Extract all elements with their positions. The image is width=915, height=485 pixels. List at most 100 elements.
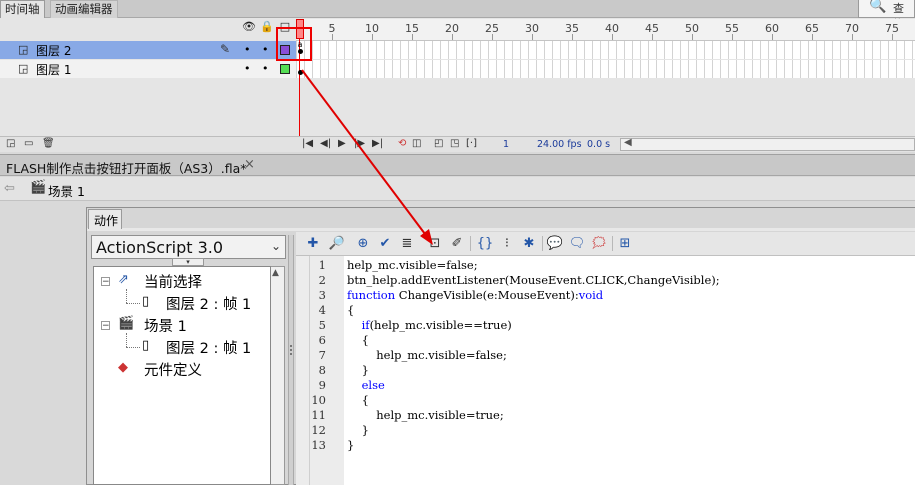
tree-expander[interactable]: − [101,277,110,287]
lock-all-icon[interactable]: 🔒 [260,21,274,33]
go-first-frame-icon[interactable]: |◀ [302,138,313,149]
apply-block-comment-icon[interactable]: 💬 [546,235,564,252]
go-last-frame-icon[interactable]: ▶| [372,138,383,149]
frame-strip-layer-1[interactable] [296,60,915,78]
code-token: help_mc.visible=false; [347,348,507,362]
layer-icon: ◲ [18,43,29,56]
show-hide-toolbox-icon[interactable]: ⊞ [616,235,634,252]
line-number: 9 [318,378,326,392]
code-line[interactable]: btn_help.addEventListener(MouseEvent.CLI… [347,273,720,287]
ruler-tick [532,34,533,40]
frame-strip-layer-2[interactable] [296,41,915,59]
tree-item-symbol-definitions[interactable]: 元件定义 [144,359,202,380]
code-line[interactable]: { [347,303,354,317]
code-line[interactable]: else [347,378,385,392]
code-line[interactable]: function ChangeVisible(e:MouseEvent):voi… [347,288,603,302]
code-token: } [347,438,355,452]
code-line[interactable]: if(help_mc.visible==true) [347,318,512,332]
document-tab-bar: FLASH制作点击按钮打开面板（AS3）.fla* × [0,154,915,176]
collapse-toolbox-button[interactable]: ▾ [172,258,204,266]
tab-actions[interactable]: 动作 [88,209,122,229]
scene-name[interactable]: 场景 1 [48,181,85,200]
ruler-tick [572,34,573,40]
current-selection-icon: ⇗ [118,272,129,287]
document-tab[interactable]: FLASH制作点击按钮打开面板（AS3）.fla* [6,158,247,177]
remove-comment-icon[interactable]: 🗯 [590,235,608,252]
loop-icon[interactable]: ⟲ [398,138,406,149]
add-statement-icon[interactable]: ✚ [304,235,322,252]
navigator-scrollbar[interactable]: ▲ [271,266,285,485]
keyframe-layer-1[interactable] [298,70,303,75]
close-tab-icon[interactable]: × [244,157,255,172]
apply-line-comment-icon[interactable]: 🗨 [568,235,586,252]
lock-dot[interactable]: • [262,44,269,55]
chevron-down-icon: ⌄ [271,239,282,253]
line-number: 1 [318,258,326,272]
panel-splitter[interactable] [288,235,294,485]
code-line[interactable]: { [347,393,369,407]
find-icon[interactable]: 🔎 [328,235,346,252]
code-line[interactable]: help_mc.visible=false; [347,258,478,272]
line-number: 11 [311,408,326,422]
onion-outline-icon[interactable]: ◰ [434,138,443,149]
layer-row-1[interactable]: ◲ 图层 1 • • [0,60,296,78]
debug-options-icon[interactable]: ✐ [448,235,466,252]
modify-markers-icon[interactable]: [·] [466,138,477,149]
frame-rate-value[interactable]: 24.00 fps [537,139,582,150]
step-back-icon[interactable]: ◀| [320,138,331,149]
layer-outline-color[interactable] [280,64,290,74]
collapse-between-braces-icon[interactable]: {} [476,235,494,252]
code-token: ChangeVisible(e:MouseEvent): [395,288,579,302]
new-folder-icon[interactable]: ▭ [24,138,33,149]
language-select[interactable]: ActionScript 3.0 ⌄ [91,235,286,259]
line-number: 4 [318,303,326,317]
new-layer-icon[interactable]: ◲ [6,138,15,149]
symbol-definitions-icon: ◆ [118,360,128,375]
ruler-tick [892,34,893,40]
code-line[interactable]: help_mc.visible=true; [347,408,503,422]
lock-dot[interactable]: • [262,63,269,74]
code-line[interactable]: } [347,423,369,437]
code-line[interactable]: } [347,438,354,452]
check-syntax-icon[interactable]: ✔ [376,235,394,252]
tab-timeline[interactable]: 时间轴 [0,0,45,18]
frame-ruler[interactable]: 5 10 15 20 25 30 35 40 45 50 55 60 65 70 75 [296,19,915,41]
annotation-highlight-box [276,27,312,61]
auto-format-icon[interactable]: ≣ [398,235,416,252]
ruler-tick [612,34,613,40]
keyword-token: void [578,288,604,302]
show-code-hint-icon[interactable]: ⊡ [426,235,444,252]
show-hide-all-icon[interactable]: 👁 [242,21,256,33]
expand-all-icon[interactable]: ✱ [520,235,538,252]
code-line[interactable]: { [347,333,369,347]
tree-item-frame[interactable]: 图层 2 : 帧 1 [166,337,251,358]
ruler-tick [412,34,413,40]
visible-dot[interactable]: • [244,44,251,55]
toolbar-separator [612,236,613,251]
code-line[interactable]: help_mc.visible=false; [347,348,507,362]
scroll-left-icon[interactable]: ◀ [624,137,632,148]
back-arrow-icon[interactable]: ⇦ [4,181,15,196]
tree-item-current-selection[interactable]: 当前选择 [144,271,202,292]
onion-skin-icon[interactable]: ◫ [412,138,421,149]
layer-row-2[interactable]: ◲ 图层 2 ✎ • • [0,41,296,59]
search-button[interactable]: 🔍 查找 [858,0,915,31]
tab-motion-editor[interactable]: 动画编辑器 [50,0,118,18]
collapse-selection-icon[interactable]: ⁝ [498,235,516,252]
scroll-up-icon[interactable]: ▲ [272,268,279,278]
edit-multiple-frames-icon[interactable]: ◳ [450,138,459,149]
visible-dot[interactable]: • [244,63,251,74]
insert-target-path-icon[interactable]: ⊕ [354,235,372,252]
current-frame-value[interactable]: 1 [503,139,509,150]
ruler-tick [492,34,493,40]
timeline-scrollbar[interactable]: ◀ [620,137,915,151]
tree-expander[interactable]: − [101,321,110,331]
tree-item-frame[interactable]: 图层 2 : 帧 1 [166,293,251,314]
tree-item-scene[interactable]: 场景 1 [144,315,187,336]
code-line[interactable]: } [347,363,369,377]
step-forward-icon[interactable]: |▶ [354,138,365,149]
play-icon[interactable]: ▶ [338,138,346,149]
layer-name: 图层 2 [36,44,72,58]
delete-layer-icon[interactable]: 🗑 [42,138,55,149]
